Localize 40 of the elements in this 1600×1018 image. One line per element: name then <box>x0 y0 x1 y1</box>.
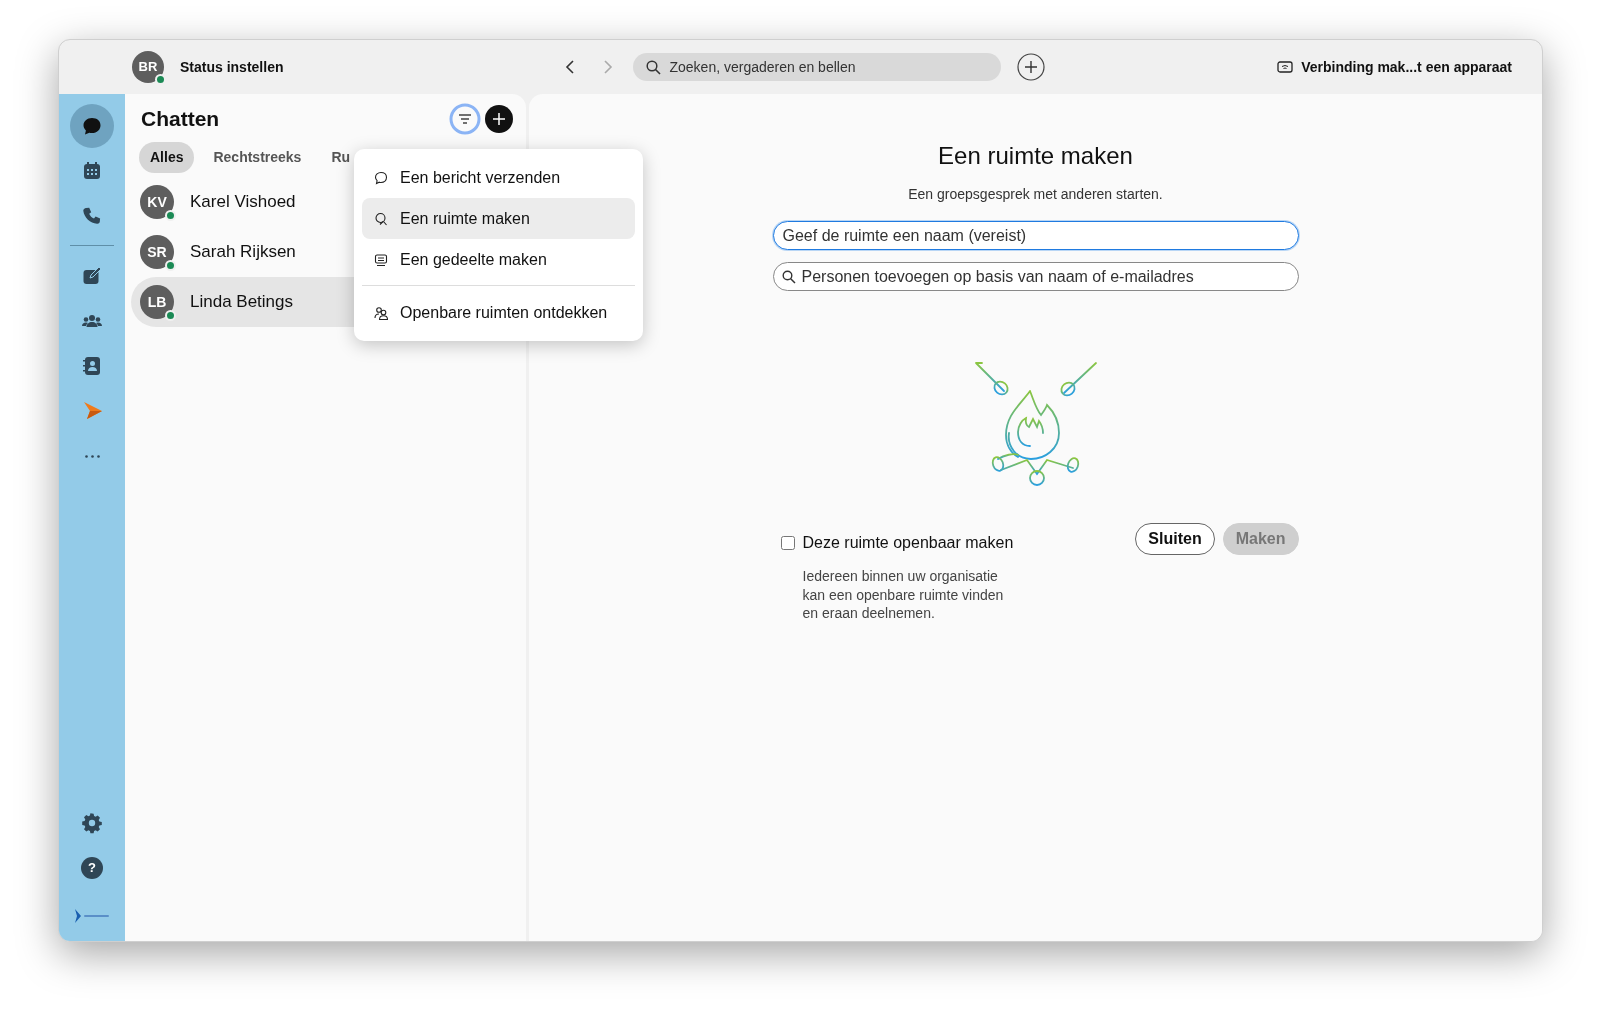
panel-title: Chatten <box>141 106 220 133</box>
menu-item[interactable]: Een bericht verzenden <box>362 157 635 198</box>
search-field[interactable]: Zoeken, vergaderen en bellen <box>633 53 1002 81</box>
checkbox-label[interactable]: Deze ruimte openbaar maken <box>802 531 1014 555</box>
contacts-icon <box>81 355 103 377</box>
calendar-icon <box>81 160 103 182</box>
device-link[interactable]: Verbinding mak...t een apparaat <box>1301 56 1512 78</box>
search-bubble-icon <box>374 211 388 226</box>
compose-icon <box>81 265 103 287</box>
menu-item[interactable]: Een gedeelte maken <box>362 239 635 280</box>
chat-icon <box>81 115 103 137</box>
status-link[interactable]: Status instellen <box>180 56 284 78</box>
public-checkbox[interactable] <box>780 536 795 550</box>
dialog-title: Een ruimte maken <box>938 141 1133 171</box>
dialog-subtitle: Een groepsgesprek met anderen starten. <box>908 185 1163 204</box>
people-field[interactable]: Personen toevoegen op basis van naam of e-mailadres <box>772 262 1299 291</box>
people-icon <box>374 305 388 320</box>
more-icon <box>84 454 100 458</box>
search-icon <box>781 270 796 284</box>
dialog-button[interactable]: Sluiten <box>1135 523 1215 555</box>
back-icon[interactable] <box>565 59 576 75</box>
add-icon[interactable] <box>484 104 514 134</box>
help-text: Iedereen binnen uw organisatie kan een openbare ruimte vinden en eraan deelnemen. <box>802 567 1005 623</box>
filter-tab[interactable]: Rechtstreeks <box>202 142 313 173</box>
name-field[interactable]: Geef de ruimte een naam (vereist) <box>772 221 1299 250</box>
search-icon <box>646 60 662 75</box>
filter-tab[interactable]: Alles <box>139 142 195 173</box>
phone-icon <box>81 205 103 227</box>
help-button[interactable]: ? <box>81 857 103 879</box>
settings-icon[interactable] <box>81 812 103 834</box>
rail-tab[interactable] <box>70 104 114 148</box>
list-icon <box>374 252 388 267</box>
screen-icon <box>1277 60 1294 74</box>
user-avatar[interactable]: BR <box>132 51 164 83</box>
filter-icon[interactable] <box>449 103 481 135</box>
arrow-icon <box>81 400 103 422</box>
add-icon[interactable] <box>1017 53 1046 81</box>
menu-item[interactable]: Een ruimte maken <box>362 198 635 239</box>
chat-bubble-icon <box>374 170 388 185</box>
filter-tab[interactable]: Ru <box>320 142 362 173</box>
